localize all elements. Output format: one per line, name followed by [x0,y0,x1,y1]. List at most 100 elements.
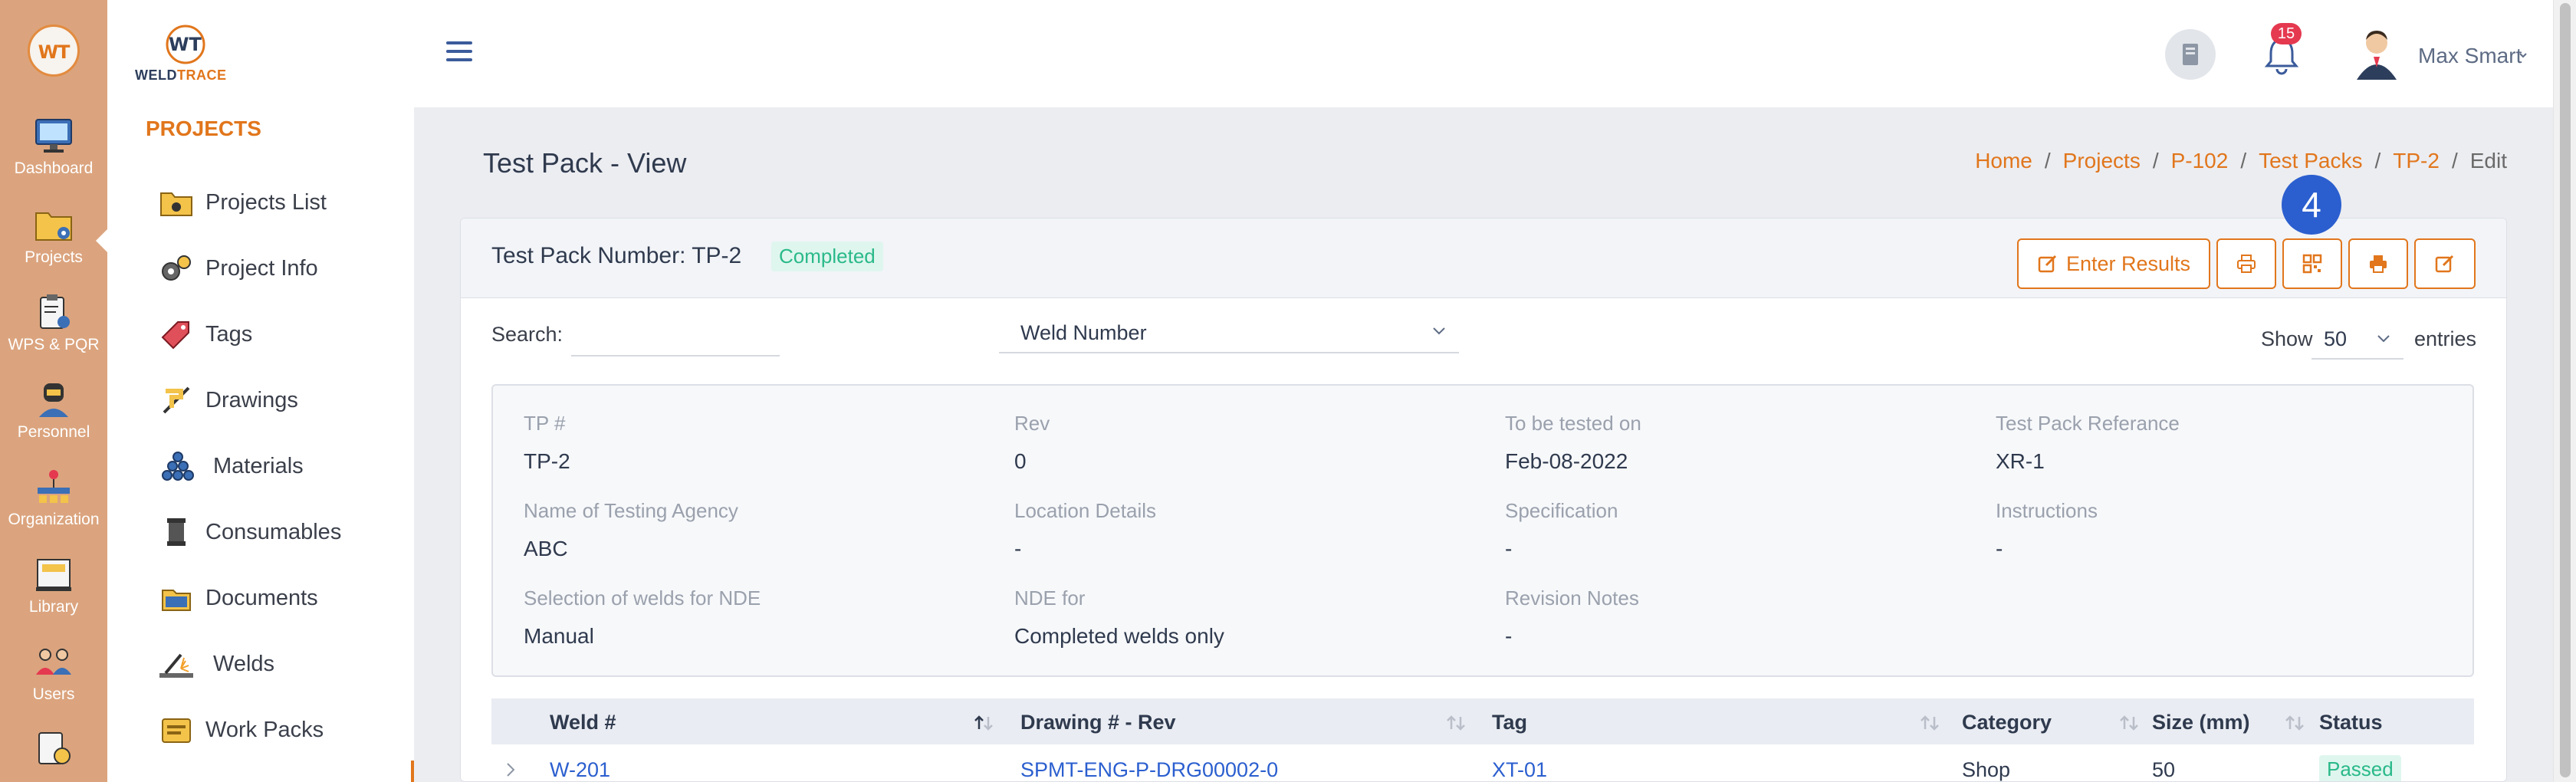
rail-item-personnel[interactable]: Personnel [0,380,107,457]
chevron-right-icon[interactable] [505,761,516,778]
breadcrumb-test-packs[interactable]: Test Packs [2259,149,2362,173]
search-field-select[interactable]: Weld Number [999,310,1459,353]
sidebar-item-drawings[interactable]: Drawings [158,377,298,423]
app-logo[interactable]: WT [28,25,80,77]
column-header-tag[interactable]: Tag [1492,711,1527,734]
gears-icon [162,255,191,281]
rail-item-projects[interactable]: Projects [0,205,108,282]
avatar[interactable] [2351,26,2403,81]
breadcrumb-home[interactable]: Home [1975,149,2032,173]
field-label: TP # [524,412,566,435]
weld-number-link[interactable]: W-201 [550,758,610,781]
library-icon [36,559,71,591]
page-scrollbar[interactable] [2553,0,2576,782]
sidebar-item-welds[interactable]: Welds [158,641,274,687]
table-row[interactable]: W-201 SPMT-ENG-P-DRG00002-0 XT-01 Shop 5… [491,748,2474,781]
column-header-weld[interactable]: Weld # [550,711,616,734]
sidebar-item-label: Project Info [205,255,318,281]
work-pack-icon [162,718,191,743]
breadcrumb-current: Edit [2469,149,2507,172]
app-logo-text: WT [38,41,71,63]
sort-asc-icon[interactable] [973,714,994,732]
rail-item-more[interactable] [0,728,107,782]
rail-item-organization[interactable]: Organization [0,468,107,544]
field-value: Feb-08-2022 [1505,449,1628,473]
sort-icon[interactable] [1919,714,1940,732]
sidebar-item-project-info[interactable]: Project Info [158,245,318,291]
logo-wordmark: WELDTRACE [135,67,227,84]
user-name[interactable]: Max Smart [2418,44,2522,68]
project-folder-icon [35,212,72,241]
sidebar-title: PROJECTS [146,117,261,140]
field-nde-for: NDE for Completed welds only [1014,586,1224,649]
field-value: - [1505,624,1513,648]
status-badge: Completed [771,242,883,271]
breadcrumb-project[interactable]: P-102 [2171,149,2229,173]
rail-item-wps-pqr[interactable]: WPS & PQR [0,293,107,370]
rail-label: Personnel [17,423,90,441]
sidebar-item-materials[interactable]: Materials [158,443,304,489]
column-header-size[interactable]: Size (mm) [2152,711,2250,734]
field-label: Name of Testing Agency [524,499,738,522]
field-label: NDE for [1014,586,1086,610]
field-label: Location Details [1014,499,1156,522]
breadcrumb-projects[interactable]: Projects [2063,149,2141,173]
sidebar-item-label: Drawings [205,387,298,412]
sort-icon[interactable] [1445,714,1467,732]
entries-select[interactable]: 50 [2312,315,2404,360]
drawing-link[interactable]: SPMT-ENG-P-DRG00002-0 [1020,758,1278,781]
edit-button[interactable] [2414,238,2476,289]
column-header-category[interactable]: Category [1962,711,2052,734]
print-light-button[interactable] [2216,238,2276,289]
chevron-down-icon [2377,335,2390,343]
card-title: Test Pack Number: TP-2 [491,243,742,268]
field-value: 0 [1014,449,1027,473]
chevron-down-icon [1433,327,1445,335]
breadcrumb: Home / Projects / P-102/ Test Packs / TP-2/… [1975,149,2507,173]
documents-icon [162,590,191,611]
sidebar-item-documents[interactable]: Documents [158,575,318,621]
sidebar-item-tags[interactable]: Tags [158,311,252,357]
sidebar-item-label: Projects List [205,189,327,215]
column-header-status[interactable]: Status [2319,711,2383,734]
qr-code-icon [2302,254,2322,274]
field-location: Location Details - [1014,499,1156,561]
field-rev: Rev 0 [1014,412,1050,474]
field-value: - [1014,537,1022,560]
column-header-drawing[interactable]: Drawing # - Rev [1020,711,1176,734]
hamburger-menu-icon[interactable] [446,41,472,64]
rail-item-library[interactable]: Library [0,555,107,632]
logo-word-a: WELD [135,67,177,83]
tag-icon [161,321,189,350]
sidebar-item-consumables[interactable]: Consumables [158,509,341,555]
printer-icon [2370,255,2387,273]
qr-code-button[interactable] [2282,238,2342,289]
tag-link[interactable]: XT-01 [1492,758,1547,781]
page-title: Test Pack - View [483,147,687,179]
welds-table-header: Weld # Drawing # - Rev Tag Category Size… [491,698,2474,744]
sort-icon[interactable] [2118,714,2140,732]
field-label: Revision Notes [1505,586,1639,610]
field-value: XR-1 [1996,449,2045,473]
rail-label: Dashboard [14,159,94,177]
weldtrace-logo[interactable]: WT WELDTRACE [135,23,227,84]
sort-icon[interactable] [2284,714,2305,732]
sidebar-item-projects-list[interactable]: Projects List [158,179,327,225]
breadcrumb-test-pack[interactable]: TP-2 [2393,149,2440,173]
field-label: Rev [1014,412,1050,435]
sidebar-active-marker [411,761,414,782]
rail-item-users[interactable]: Users [0,642,107,719]
top-bar: 15 Max Smart [414,0,2553,107]
print-button[interactable] [2348,238,2408,289]
sidebar-item-work-packs[interactable]: Work Packs [158,707,324,753]
search-input[interactable] [571,315,780,356]
field-label: To be tested on [1505,412,1641,435]
field-test-date: To be tested on Feb-08-2022 [1505,412,1641,474]
scrollbar-thumb[interactable] [2560,3,2571,777]
show-label: Show [2261,327,2313,350]
enter-results-button[interactable]: Enter Results [2017,238,2210,289]
field-reference: Test Pack Referance XR-1 [1996,412,2180,474]
chevron-down-icon[interactable] [2518,51,2528,60]
book-icon[interactable] [2165,29,2216,80]
rail-item-dashboard[interactable]: Dashboard [0,117,107,193]
